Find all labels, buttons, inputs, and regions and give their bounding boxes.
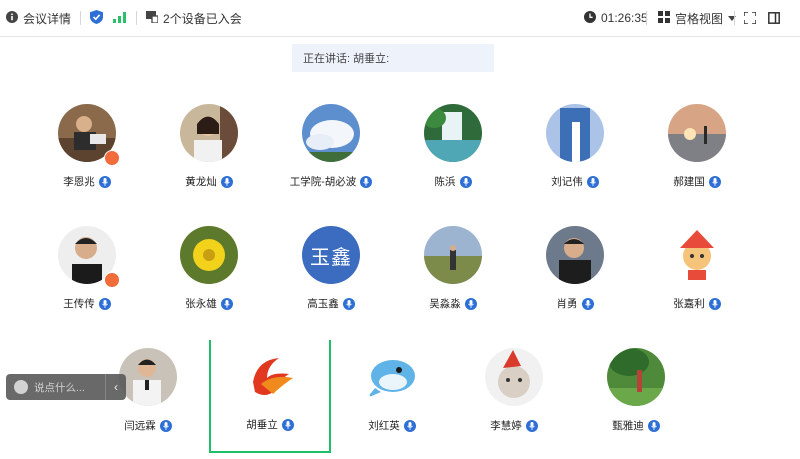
microphone-icon[interactable] [159, 419, 172, 432]
emoji-icon[interactable] [14, 380, 28, 394]
participant-name: 王传传 [63, 298, 95, 310]
speaking-indicator: 正在讲话: 胡垂立: [292, 44, 494, 72]
chat-input-bar[interactable]: 说点什么... ‹ [6, 374, 126, 400]
participant-name: 甄雅迪 [612, 420, 644, 432]
participant-tile[interactable]: 工学院-胡必波 [270, 104, 392, 214]
divider [734, 11, 735, 25]
security-shield-icon[interactable] [90, 9, 104, 27]
participant-name: 肖勇 [556, 298, 578, 310]
microphone-icon[interactable] [459, 175, 472, 188]
devices-joined-button[interactable]: 2个设备已入会 [146, 10, 242, 27]
device-icon [146, 10, 159, 26]
participant-tile[interactable]: 闫远霖 [87, 348, 209, 458]
active-speaker-tile[interactable]: 胡垂立 [209, 340, 331, 453]
participant-tile[interactable]: 李恩兆 [26, 104, 148, 214]
participant-tile[interactable]: 郝建国 [636, 104, 758, 214]
participant-name: 李慧婷 [490, 420, 522, 432]
top-toolbar: 会议详情 2个设备已入会 01:26:35 宫格视图 [0, 0, 800, 37]
participant-tile[interactable]: 玉鑫 高玉鑫 [270, 226, 392, 336]
microphone-icon[interactable] [525, 419, 538, 432]
avatar [607, 348, 665, 406]
microphone-icon[interactable] [342, 297, 355, 310]
chat-input[interactable]: 说点什么... [34, 380, 105, 395]
fullscreen-icon[interactable] [743, 11, 757, 27]
host-badge-icon [104, 272, 120, 288]
avatar [546, 226, 604, 284]
microphone-icon[interactable] [220, 297, 233, 310]
avatar [424, 226, 482, 284]
avatar [668, 226, 726, 284]
signal-strength-icon[interactable] [113, 11, 127, 26]
divider [80, 11, 82, 25]
participant-tile[interactable]: 甄雅迪 [575, 348, 697, 458]
avatar [546, 104, 604, 162]
participant-name: 李恩兆 [63, 176, 95, 188]
participant-name: 张嘉利 [673, 298, 705, 310]
participant-tile[interactable]: 李慧婷 [453, 348, 575, 458]
divider [646, 11, 647, 25]
microphone-icon[interactable] [647, 419, 660, 432]
microphone-icon[interactable] [708, 297, 721, 310]
view-mode-dropdown[interactable]: 宫格视图 [658, 10, 737, 27]
participant-name: 刘红英 [368, 420, 400, 432]
participant-tile[interactable]: 肖勇 [514, 226, 636, 336]
participant-name: 张永雄 [185, 298, 217, 310]
microphone-icon[interactable] [98, 297, 111, 310]
meeting-info-label: 会议详情 [23, 11, 72, 26]
avatar [119, 348, 177, 406]
participant-name: 闫远霖 [124, 420, 156, 432]
microphone-icon[interactable] [581, 297, 594, 310]
meeting-timer: 01:26:35 [584, 10, 648, 26]
avatar [363, 348, 421, 406]
avatar [668, 104, 726, 162]
clock-icon [584, 10, 596, 26]
microphone-icon[interactable] [98, 175, 111, 188]
avatar [180, 104, 238, 162]
participant-tile[interactable]: 黄龙灿 [148, 104, 270, 214]
microphone-icon[interactable] [403, 419, 416, 432]
participant-name: 高玉鑫 [307, 298, 339, 310]
participant-name: 工学院-胡必波 [289, 176, 357, 188]
participant-tile[interactable]: 刘记伟 [514, 104, 636, 214]
participant-tile[interactable]: 吴淼淼 [392, 226, 514, 336]
microphone-icon[interactable] [281, 418, 294, 431]
participant-name: 吴淼淼 [429, 298, 461, 310]
participant-name: 郝建国 [673, 176, 705, 188]
info-icon [6, 10, 18, 26]
timer-value: 01:26:35 [601, 11, 648, 25]
side-panel-icon[interactable] [768, 12, 780, 27]
participant-tile[interactable]: 张嘉利 [636, 226, 758, 336]
devices-joined-label: 2个设备已入会 [163, 11, 242, 26]
participant-name: 胡垂立 [246, 419, 278, 431]
microphone-icon[interactable] [708, 175, 721, 188]
participant-tile[interactable]: 刘红英 [331, 348, 453, 458]
collapse-chevron-icon[interactable]: ‹ [105, 374, 126, 400]
divider [136, 11, 138, 25]
avatar-text: 玉鑫 [310, 246, 352, 269]
participant-tile[interactable]: 张永雄 [148, 226, 270, 336]
view-mode-label: 宫格视图 [675, 11, 724, 26]
avatar [302, 104, 360, 162]
avatar [424, 104, 482, 162]
grid-view-icon [658, 10, 670, 26]
avatar [485, 348, 543, 406]
meeting-info-button[interactable]: 会议详情 [6, 10, 71, 27]
participant-tile[interactable]: 王传传 [26, 226, 148, 336]
host-badge-icon [104, 150, 120, 166]
avatar [243, 348, 301, 406]
microphone-icon[interactable] [586, 175, 599, 188]
microphone-icon[interactable] [360, 175, 373, 188]
participant-tile[interactable]: 陈浜 [392, 104, 514, 214]
microphone-icon[interactable] [464, 297, 477, 310]
participant-name: 陈浜 [434, 176, 456, 188]
avatar [180, 226, 238, 284]
avatar: 玉鑫 [302, 226, 360, 284]
participant-name: 刘记伟 [551, 176, 583, 188]
microphone-icon[interactable] [220, 175, 233, 188]
participant-name: 黄龙灿 [185, 176, 217, 188]
